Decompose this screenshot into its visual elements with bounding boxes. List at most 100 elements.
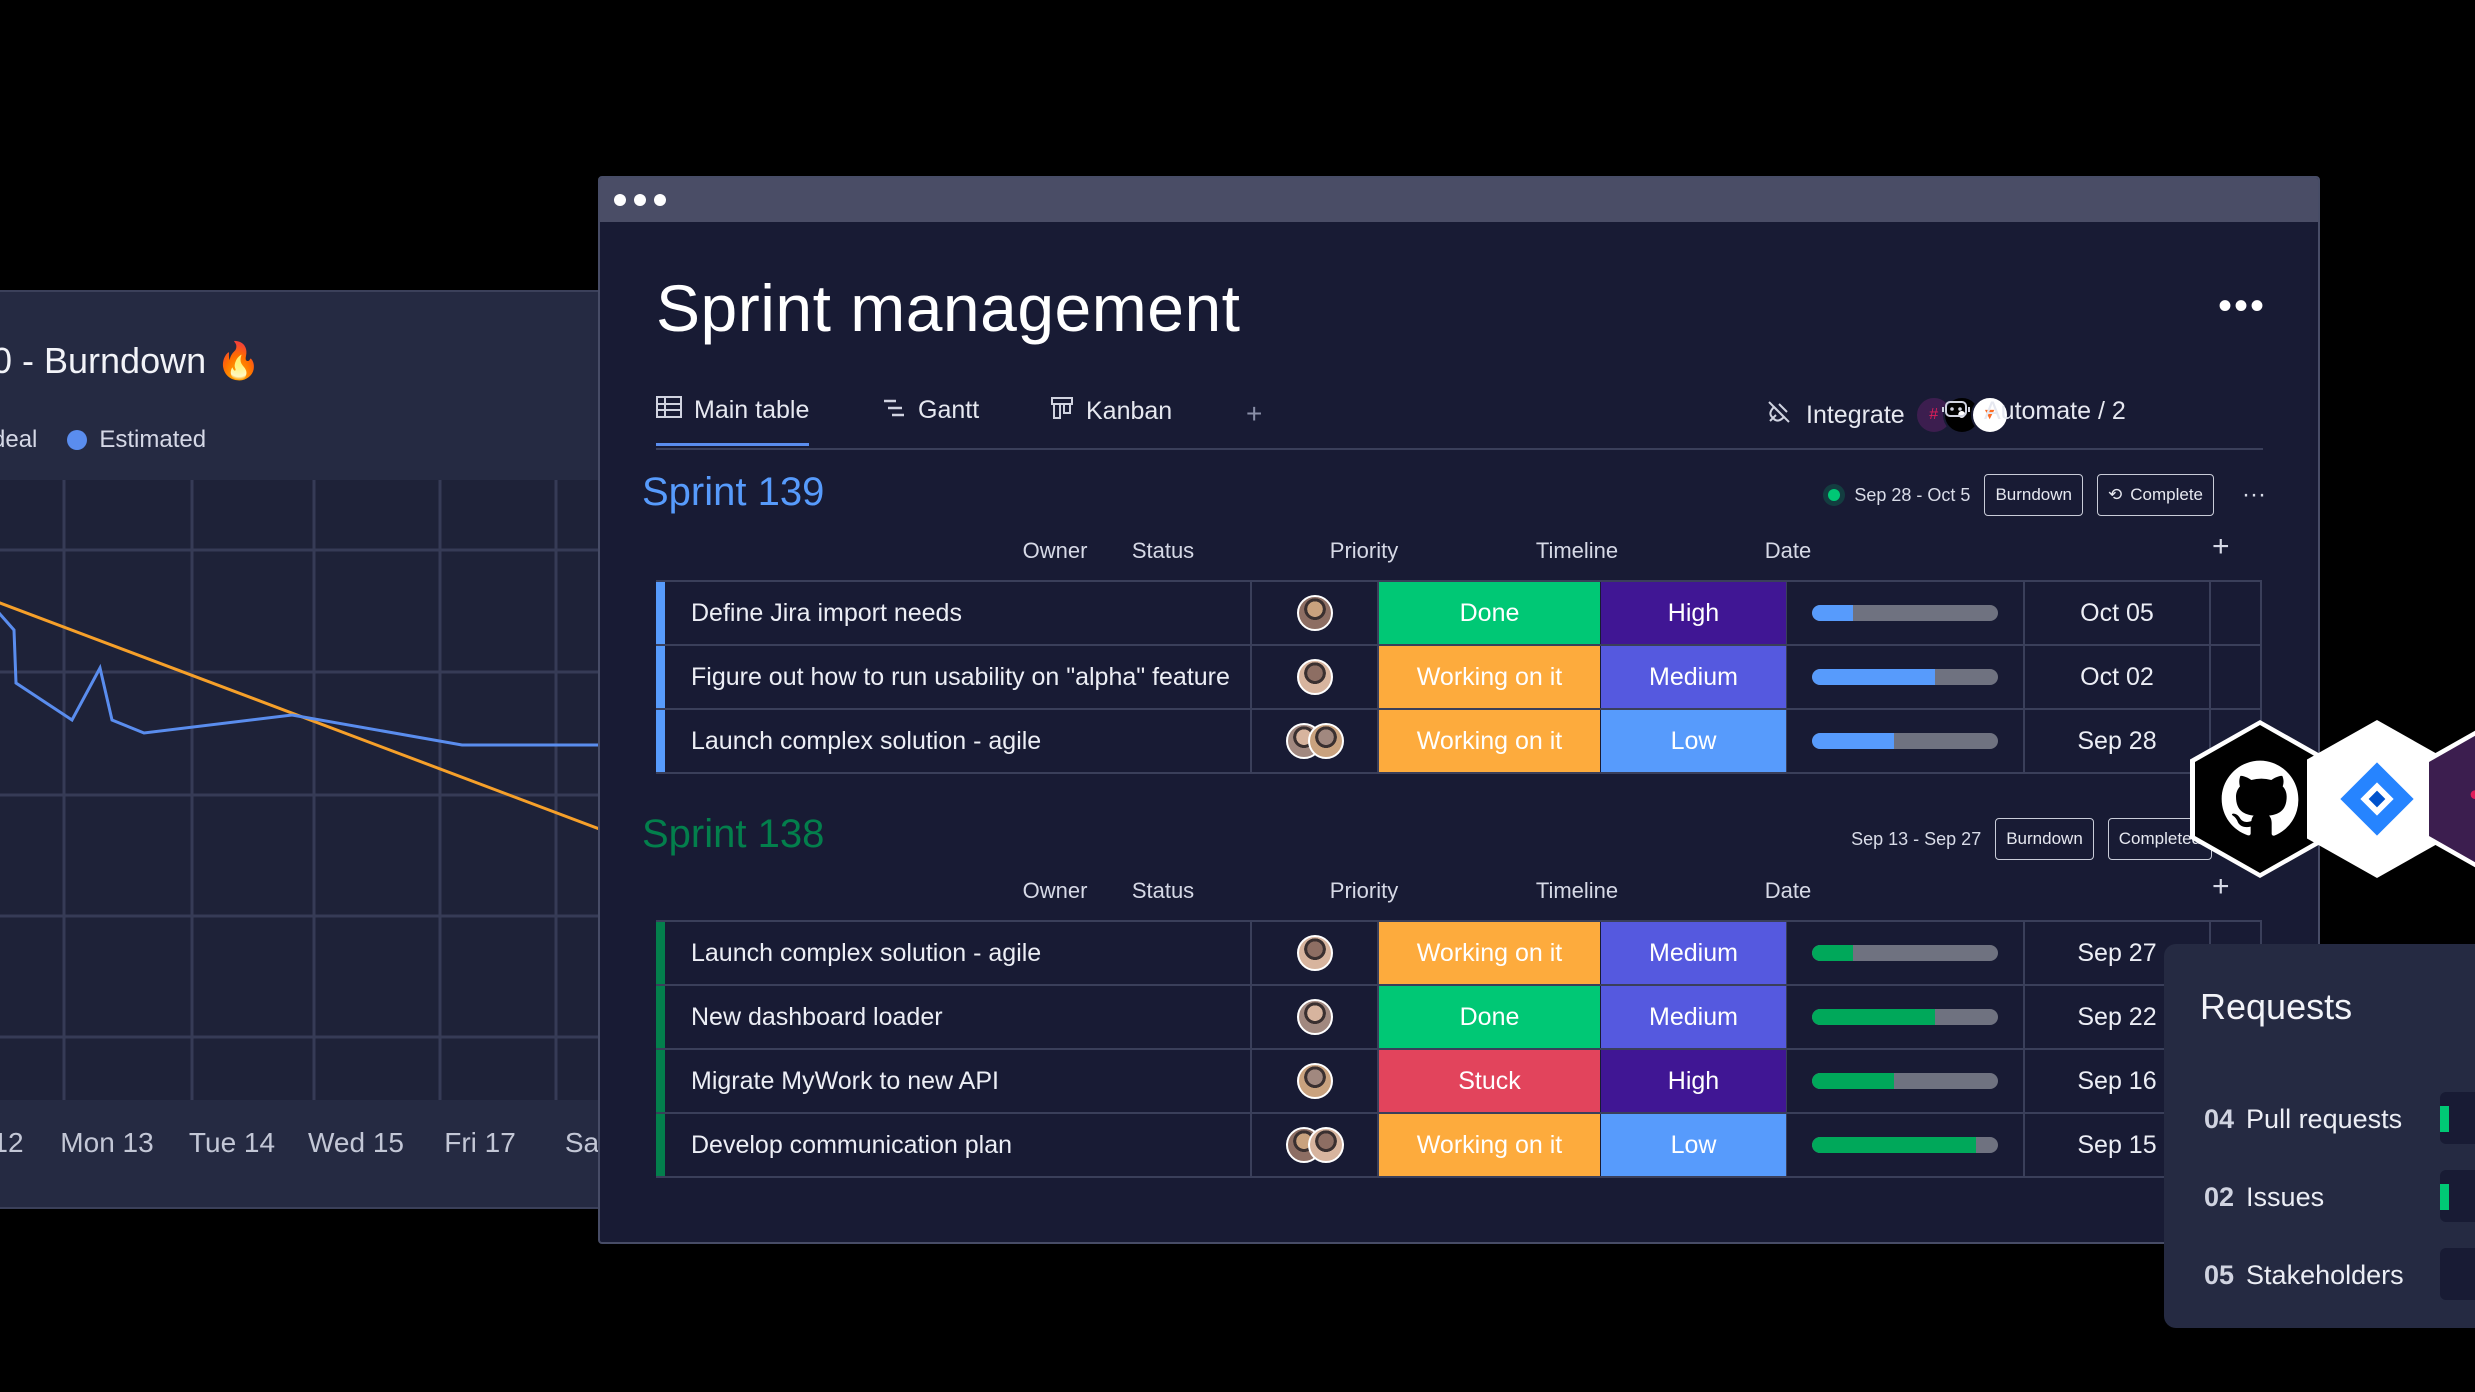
request-chip	[2440, 1248, 2475, 1300]
group-color-bar	[656, 646, 665, 708]
tab-kanban[interactable]: Kanban	[1050, 396, 1172, 427]
timeline-bar	[1812, 669, 1998, 685]
add-column-button[interactable]: +	[2212, 870, 2230, 904]
status-label[interactable]: Working on it	[1379, 646, 1601, 708]
item-name[interactable]: Launch complex solution - agile	[665, 922, 1252, 984]
item-name[interactable]: New dashboard loader	[665, 986, 1252, 1048]
avatar	[1296, 935, 1333, 971]
table-row[interactable]: Migrate MyWork to new API Stuck High Sep 16	[656, 1048, 2260, 1112]
request-item-issues[interactable]: 02 Issues	[2204, 1182, 2324, 1213]
x-tick: Sa	[564, 1127, 600, 1158]
table-row[interactable]: Launch complex solution - agile Working o…	[656, 708, 2260, 772]
avatar	[1296, 1063, 1333, 1099]
robot-icon	[1942, 396, 1970, 427]
x-tick: Mon 13	[60, 1127, 154, 1158]
priority-label[interactable]: Medium	[1601, 646, 1787, 708]
owner-cell[interactable]	[1252, 646, 1379, 708]
group-header-sprint-139: Sep 28 - Oct 5 Burndown ⟲ Complete ···	[1828, 474, 2266, 516]
window-dot	[634, 194, 646, 206]
owner-cell[interactable]	[1252, 922, 1379, 984]
owner-cell[interactable]	[1252, 582, 1379, 644]
avatar	[1296, 595, 1333, 631]
item-name[interactable]: Define Jira import needs	[665, 582, 1252, 644]
table-row[interactable]: Figure out how to run usability on "alph…	[656, 644, 2260, 708]
owner-cell[interactable]	[1252, 1050, 1379, 1112]
timeline-fill	[1812, 1009, 1935, 1025]
group-header-sprint-138: Sep 13 - Sep 27 Burndown Completed	[1851, 818, 2212, 860]
status-label[interactable]: Stuck	[1379, 1050, 1601, 1112]
request-chip	[2440, 1092, 2475, 1144]
group-table-sprint-138: Launch complex solution - agile Working o…	[656, 920, 2262, 1178]
timeline-bar	[1812, 945, 1998, 961]
timeline-cell[interactable]	[1787, 646, 2025, 708]
page-title: Sprint management	[656, 271, 1241, 345]
timeline-cell[interactable]	[1787, 710, 2025, 772]
status-label[interactable]: Done	[1379, 582, 1601, 644]
view-tabs: Main table Gantt Kanban + Integrate # ● …	[656, 388, 2263, 450]
owner-cell[interactable]	[1252, 986, 1379, 1048]
x-tick: Tue 14	[188, 1127, 276, 1158]
item-name[interactable]: Launch complex solution - agile	[665, 710, 1252, 772]
slack-icon	[2429, 725, 2475, 873]
burndown-button[interactable]: Burndown	[1995, 818, 2094, 860]
col-timeline: Timeline	[1535, 878, 1619, 903]
status-label[interactable]: Working on it	[1379, 1114, 1601, 1176]
burndown-button[interactable]: Burndown	[1984, 474, 2083, 516]
board-more-button[interactable]: •••	[2218, 286, 2266, 326]
timeline-cell[interactable]	[1787, 986, 2025, 1048]
timeline-cell[interactable]	[1787, 1050, 2025, 1112]
timeline-cell[interactable]	[1787, 1114, 2025, 1176]
add-column-button[interactable]: +	[2212, 530, 2230, 564]
priority-label[interactable]: Medium	[1601, 986, 1787, 1048]
owner-cell[interactable]	[1252, 1114, 1379, 1176]
status-label[interactable]: Done	[1379, 986, 1601, 1048]
priority-label[interactable]: High	[1601, 582, 1787, 644]
avatar	[1307, 723, 1344, 759]
group-title-sprint-138[interactable]: Sprint 138	[642, 812, 824, 857]
plug-icon	[1766, 399, 1792, 432]
add-view-button[interactable]: +	[1246, 398, 1262, 430]
item-name[interactable]: Figure out how to run usability on "alph…	[665, 646, 1252, 708]
automate-button[interactable]: Automate / 2	[1942, 396, 2126, 427]
item-name[interactable]: Migrate MyWork to new API	[665, 1050, 1252, 1112]
group-table-sprint-139: Define Jira import needs Done High Oct 05 Fi…	[656, 580, 2262, 774]
group-title-sprint-139[interactable]: Sprint 139	[642, 470, 824, 515]
priority-label[interactable]: Low	[1601, 1114, 1787, 1176]
col-date: Date	[1764, 878, 1812, 903]
empty-cell	[2211, 582, 2260, 644]
timeline-fill	[1812, 669, 1935, 685]
item-name[interactable]: Develop communication plan	[665, 1114, 1252, 1176]
table-row[interactable]: Launch complex solution - agile Working o…	[656, 922, 2260, 984]
date-cell[interactable]: Sep 28	[2025, 710, 2211, 772]
timeline-fill	[1812, 945, 1853, 961]
table-row[interactable]: Develop communication plan Working on it L…	[656, 1112, 2260, 1176]
request-item-stakeholders[interactable]: 05 Stakeholders	[2204, 1260, 2404, 1291]
status-label[interactable]: Working on it	[1379, 710, 1601, 772]
status-label[interactable]: Working on it	[1379, 922, 1601, 984]
complete-button[interactable]: ⟲ Complete	[2097, 474, 2215, 516]
group-more-button[interactable]: ···	[2242, 481, 2266, 509]
request-item-pull-requests[interactable]: 04 Pull requests	[2204, 1104, 2402, 1135]
priority-label[interactable]: Medium	[1601, 922, 1787, 984]
burndown-title: 0 - Burndown 🔥	[0, 340, 261, 381]
requests-title: Requests	[2200, 986, 2353, 1027]
avatar	[1296, 999, 1333, 1035]
date-cell[interactable]: Oct 02	[2025, 646, 2211, 708]
date-cell[interactable]: Oct 05	[2025, 582, 2211, 644]
window-dot	[614, 194, 626, 206]
priority-label[interactable]: Low	[1601, 710, 1787, 772]
table-row[interactable]: New dashboard loader Done Medium Sep 22	[656, 984, 2260, 1048]
timeline-cell[interactable]	[1787, 922, 2025, 984]
gantt-icon	[882, 397, 906, 425]
active-indicator	[1828, 489, 1841, 501]
timeline-cell[interactable]	[1787, 582, 2025, 644]
group-color-bar	[656, 1050, 665, 1112]
tab-gantt[interactable]: Gantt	[882, 396, 979, 425]
tab-main-table[interactable]: Main table	[656, 396, 810, 446]
refresh-icon: ⟲	[2108, 485, 2123, 504]
col-date: Date	[1764, 538, 1812, 563]
avatar	[1307, 1127, 1344, 1163]
owner-cell[interactable]	[1252, 710, 1379, 772]
table-row[interactable]: Define Jira import needs Done High Oct 05	[656, 582, 2260, 644]
priority-label[interactable]: High	[1601, 1050, 1787, 1112]
